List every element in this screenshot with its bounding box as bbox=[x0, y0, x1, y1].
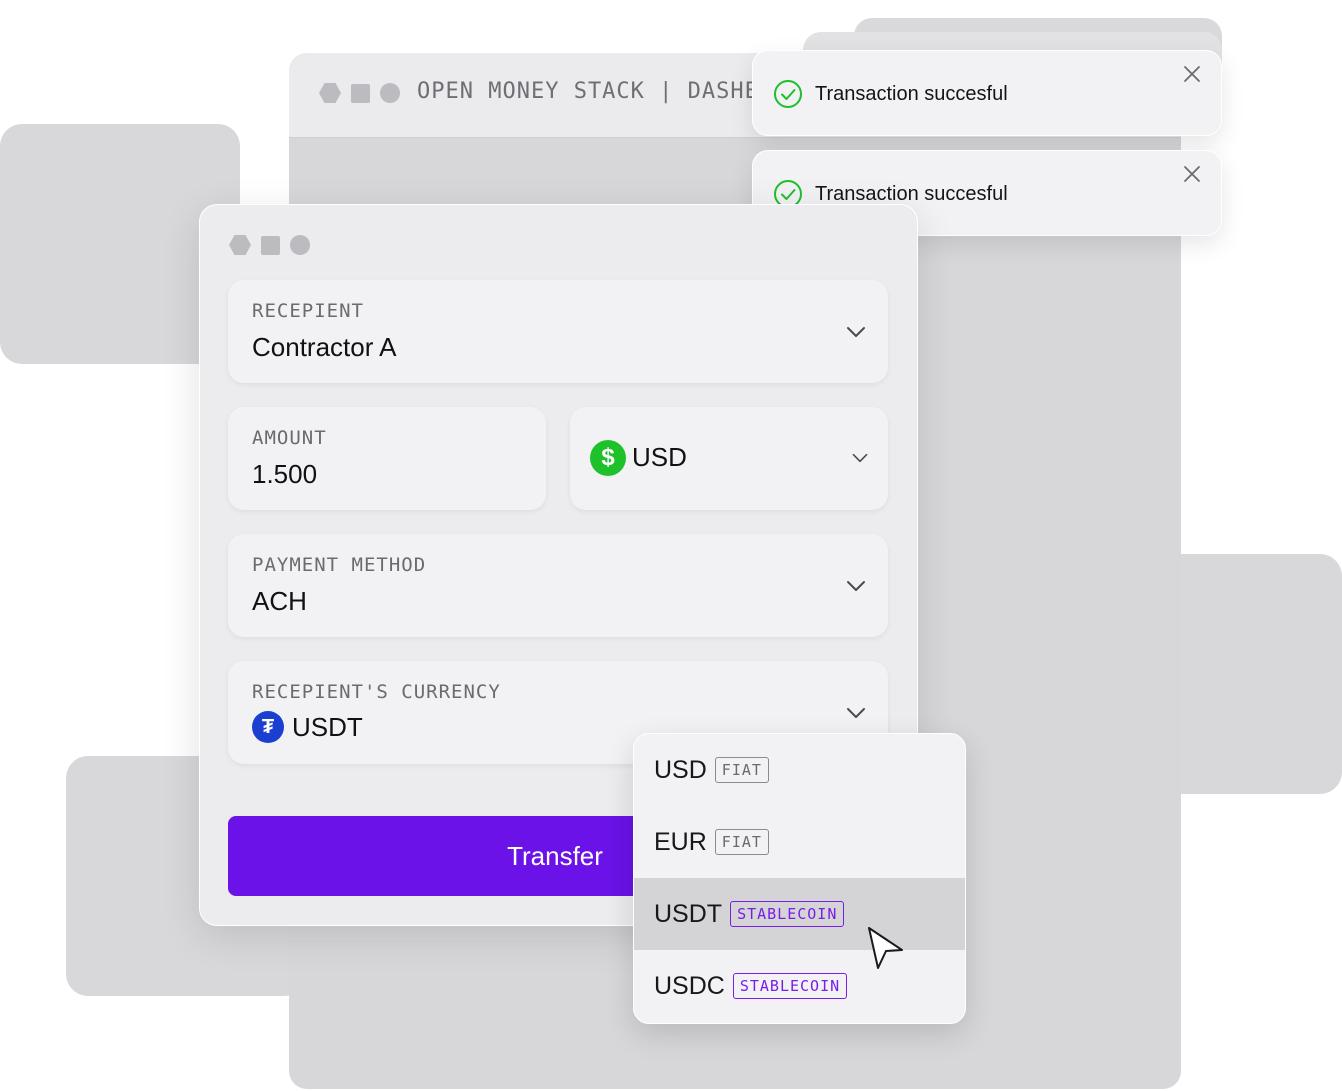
square-control-icon[interactable] bbox=[351, 83, 370, 103]
hexagon-control-icon[interactable] bbox=[229, 235, 251, 255]
circle-control-icon[interactable] bbox=[290, 235, 310, 255]
window-controls bbox=[229, 235, 310, 255]
dropdown-option-eur[interactable]: EUR FIAT bbox=[634, 806, 965, 878]
dropdown-option-usdc[interactable]: USDC STABLECOIN bbox=[634, 950, 965, 1022]
window-controls bbox=[319, 83, 400, 103]
amount-value: 1.500 bbox=[252, 459, 318, 489]
recipient-select[interactable]: RECEPIENT Contractor A bbox=[228, 280, 888, 383]
dollar-icon: $ bbox=[590, 440, 626, 476]
square-control-icon[interactable] bbox=[261, 235, 280, 255]
recipient-currency-label: RECEPIENT'S CURRENCY bbox=[252, 681, 501, 703]
recipient-value: Contractor A bbox=[252, 332, 397, 362]
fiat-tag: FIAT bbox=[714, 829, 769, 855]
option-currency: USDT bbox=[654, 899, 723, 928]
toast-message: Transaction succesful bbox=[815, 83, 1008, 105]
amount-field[interactable]: AMOUNT 1.500 bbox=[228, 407, 546, 510]
circle-control-icon[interactable] bbox=[380, 83, 400, 103]
toast-message: Transaction succesful bbox=[815, 183, 1008, 205]
close-icon[interactable] bbox=[1181, 163, 1203, 185]
currency-select[interactable]: $ USD bbox=[570, 407, 888, 510]
payment-method-label: PAYMENT METHOD bbox=[252, 554, 427, 576]
option-currency: USD bbox=[654, 755, 707, 784]
dropdown-option-usdt[interactable]: USDT STABLECOIN bbox=[634, 878, 965, 950]
check-circle-icon bbox=[774, 80, 802, 108]
payment-method-select[interactable]: PAYMENT METHOD ACH bbox=[228, 534, 888, 637]
recipient-label: RECEPIENT bbox=[252, 300, 364, 322]
background-window-title: OPEN MONEY STACK | DASHE bbox=[417, 79, 759, 104]
chevron-down-icon bbox=[847, 327, 865, 337]
tether-icon: ₮ bbox=[252, 711, 284, 743]
chevron-down-icon bbox=[847, 581, 865, 591]
recipient-currency-value-row: ₮ USDT bbox=[252, 711, 363, 743]
dropdown-option-usd[interactable]: USD FIAT bbox=[634, 734, 965, 806]
hexagon-control-icon[interactable] bbox=[319, 83, 341, 103]
option-currency: EUR bbox=[654, 827, 707, 856]
fiat-tag: FIAT bbox=[714, 757, 769, 783]
payment-method-value: ACH bbox=[252, 586, 307, 616]
mouse-cursor-icon bbox=[868, 927, 903, 969]
close-icon[interactable] bbox=[1181, 63, 1203, 85]
recipient-currency-value: USDT bbox=[292, 711, 363, 742]
amount-label: AMOUNT bbox=[252, 427, 327, 449]
option-currency: USDC bbox=[654, 971, 725, 1000]
currency-value: USD bbox=[632, 442, 687, 472]
toast-notification: Transaction succesful bbox=[752, 50, 1222, 136]
chevron-down-icon bbox=[847, 708, 865, 718]
stablecoin-tag: STABLECOIN bbox=[732, 973, 848, 999]
currency-dropdown-menu: USD FIAT EUR FIAT USDT STABLECOIN USDC S… bbox=[633, 733, 966, 1024]
stablecoin-tag: STABLECOIN bbox=[730, 901, 845, 927]
chevron-down-icon bbox=[852, 453, 868, 463]
